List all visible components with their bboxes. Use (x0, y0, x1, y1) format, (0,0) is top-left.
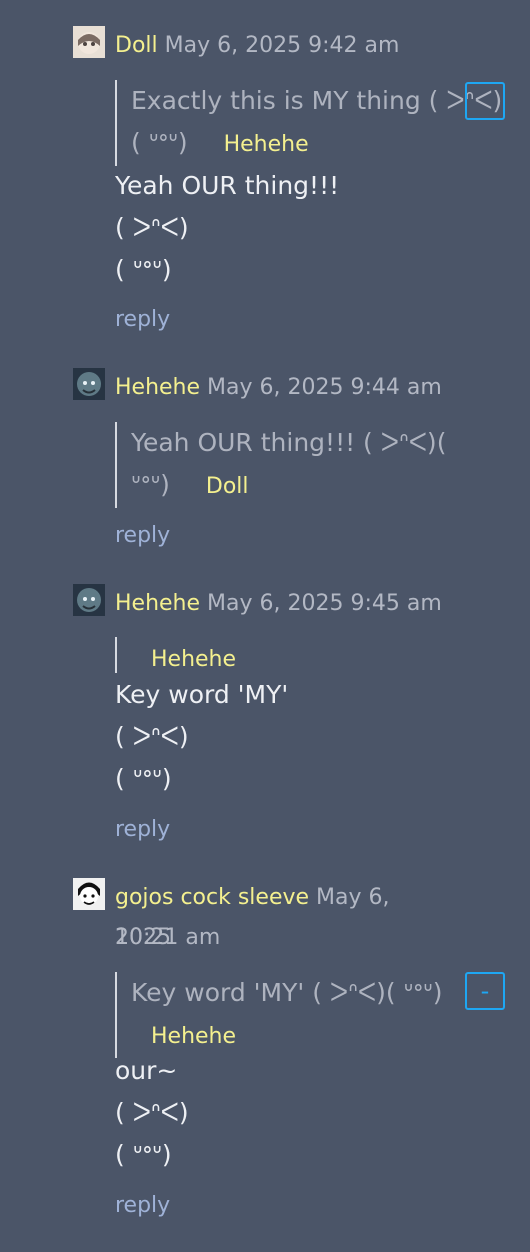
reply-link[interactable]: reply (115, 520, 170, 552)
timestamp[interactable]: May 6, 2025 9:45 am (207, 591, 442, 616)
comment-body-line: Yeah OUR thing!!! (115, 171, 340, 200)
quote-block: Hehehe (115, 637, 371, 673)
quote-text-line-2: ( ᐡᐤᐡ) (131, 128, 188, 157)
quote-text-line-2: ᐡᐤᐡ) (131, 470, 170, 499)
reply-link[interactable]: reply (115, 304, 170, 336)
username-link[interactable]: gojos cock sleeve (115, 885, 309, 910)
comment-body-line: ( ᐡᐤᐡ) (115, 1140, 172, 1169)
focus-indicator (465, 82, 505, 120)
quote-author[interactable]: Hehehe (151, 647, 236, 672)
dash-icon: - (480, 977, 490, 1005)
focus-indicator: - (465, 972, 505, 1010)
username-link[interactable]: Doll (115, 33, 158, 58)
gojo-avatar-icon[interactable] (73, 878, 105, 910)
quote-text: Yeah OUR thing!!! ( ᐳᐢᐸ)( (131, 428, 447, 457)
comment-body-line: Key word 'MY' (115, 680, 289, 709)
quote-author[interactable]: Hehehe (224, 132, 309, 157)
comment-body-line: ( ᐳᐢᐸ) (115, 213, 189, 242)
username-link[interactable]: Hehehe (115, 375, 200, 400)
quote-block: Exactly this is MY thing ( ᐳᐢᐸ) ( ᐡᐤᐡ) H… (115, 80, 503, 166)
timestamp-line-2[interactable]: 10:21 am (115, 925, 220, 950)
quote-author[interactable]: Doll (206, 474, 249, 499)
quote-block: Key word 'MY' ( ᐳᐢᐸ)( ᐡᐤᐡ) Hehehe (115, 972, 503, 1058)
doll-avatar-icon[interactable] (73, 26, 105, 58)
timestamp-continued: 10:21 am (115, 918, 470, 958)
comment-header: Hehehe May 6, 2025 9:45 am (115, 584, 470, 624)
comment-header: Hehehe May 6, 2025 9:44 am (115, 368, 470, 408)
comment-body-line: ( ᐳᐢᐸ) (115, 722, 189, 751)
username-link[interactable]: Hehehe (115, 591, 200, 616)
hehehe-avatar-icon[interactable] (73, 584, 105, 616)
quote-text: Key word 'MY' ( ᐳᐢᐸ)( ᐡᐤᐡ) (131, 978, 443, 1007)
comment-body-line: ( ᐳᐢᐸ) (115, 1098, 189, 1127)
reply-link[interactable]: reply (115, 814, 170, 846)
timestamp[interactable]: May 6, 2025 9:44 am (207, 375, 442, 400)
hehehe-avatar-icon[interactable] (73, 368, 105, 400)
comment-header: Doll May 6, 2025 9:42 am (115, 26, 470, 66)
quote-block: Yeah OUR thing!!! ( ᐳᐢᐸ)( ᐡᐤᐡ) Doll (115, 422, 481, 508)
reply-link[interactable]: reply (115, 1190, 170, 1222)
quote-author[interactable]: Hehehe (151, 1024, 236, 1049)
timestamp[interactable]: May 6, 2025 9:42 am (165, 33, 400, 58)
comment-body-line: our~ (115, 1056, 178, 1085)
quote-text: Exactly this is MY thing ( ᐳᐢᐸ) (131, 86, 503, 115)
comment-body-line: ( ᐡᐤᐡ) (115, 255, 172, 284)
comment-body-line: ( ᐡᐤᐡ) (115, 764, 172, 793)
